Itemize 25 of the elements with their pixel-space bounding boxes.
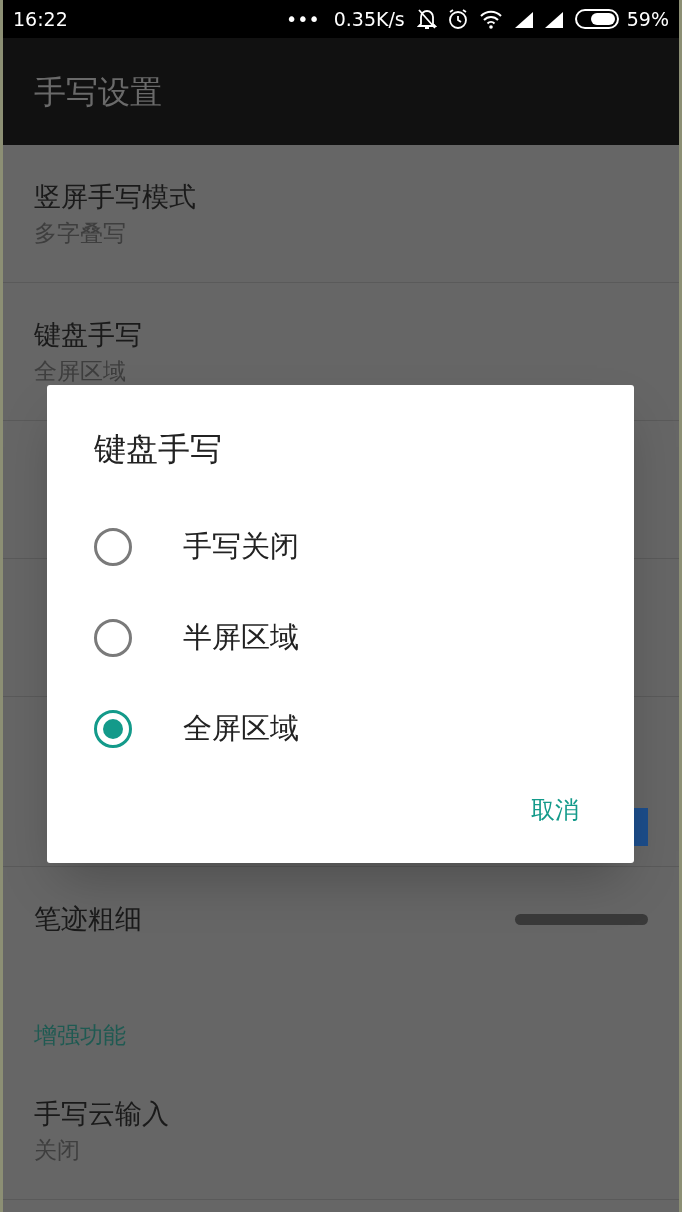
option-label: 半屏区域 [183,618,299,656]
app-bar-title: 手写设置 [34,71,162,113]
battery-percent: 59% [626,6,669,32]
section-header: 增强功能 [34,1020,126,1050]
setting-title[interactable]: 键盘手写 [34,316,142,353]
radio-button[interactable] [94,527,132,566]
alarm-icon [446,8,469,30]
setting-title[interactable]: 竖屏手写模式 [34,178,196,215]
radio-button[interactable] [94,709,132,748]
status-more: ••• [286,6,320,32]
bell-off-icon [416,8,437,30]
cancel-button[interactable]: 取消 [521,784,589,836]
radio-option[interactable]: 手写关闭 [94,501,587,592]
radio-option[interactable]: 半屏区域 [94,592,587,683]
option-label: 手写关闭 [183,527,299,565]
battery-icon [574,8,621,30]
status-time: 16:22 [13,6,68,32]
setting-title[interactable]: 笔迹粗细 [34,899,142,940]
radio-button[interactable] [94,618,132,657]
setting-title[interactable]: 手写云输入 [34,1095,169,1132]
network-speed: 0.35K/s [333,6,405,32]
radio-option[interactable]: 全屏区域 [94,683,587,774]
dialog-title: 键盘手写 [94,429,222,470]
option-label: 全屏区域 [183,709,299,747]
wifi-icon [478,9,503,29]
